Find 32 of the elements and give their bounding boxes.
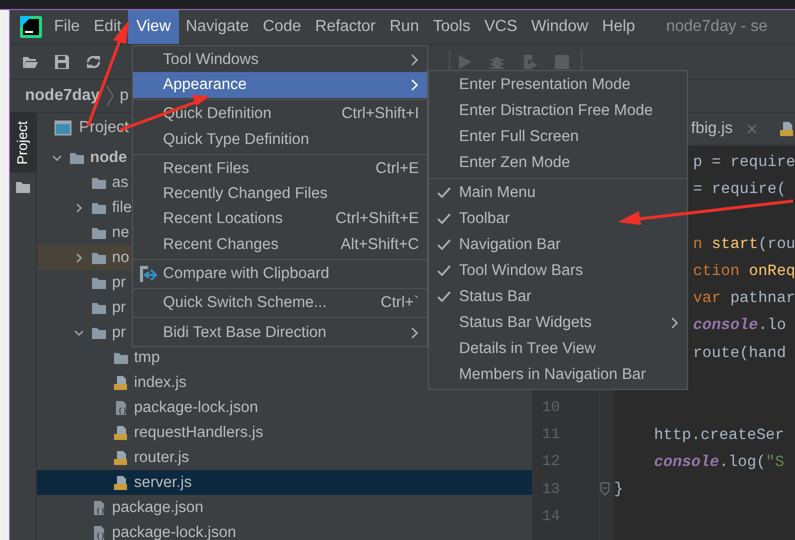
file-name: server.js bbox=[134, 474, 192, 492]
folder-name: pr bbox=[112, 274, 126, 292]
folder-name: tmp bbox=[134, 348, 160, 366]
code-line: n start(rou bbox=[693, 234, 795, 253]
folder-name: pr bbox=[112, 298, 126, 316]
window-title: node7day - se bbox=[666, 18, 768, 36]
code-line: p = require bbox=[693, 152, 795, 171]
code-line: route(hand bbox=[693, 344, 786, 362]
file-name: package-lock.json bbox=[134, 398, 258, 416]
folder-name: no bbox=[112, 248, 130, 266]
file-name: package-lock.json bbox=[112, 524, 236, 540]
file-name: package.json bbox=[112, 498, 204, 516]
folder-name: as bbox=[112, 174, 128, 192]
folder-name: node bbox=[90, 148, 128, 166]
code-line: } bbox=[614, 480, 624, 498]
folder-name: file bbox=[112, 198, 132, 216]
code-line: console.lo bbox=[693, 316, 786, 334]
shortcut-text: Ctrl+Shift+I bbox=[340, 105, 419, 124]
file-name: requestHandlers.js bbox=[134, 424, 264, 442]
shortcut-text: Ctrl+Shift+E bbox=[334, 210, 419, 228]
file-name: index.js bbox=[134, 374, 187, 392]
code-line: = require( bbox=[693, 180, 786, 198]
shortcut-text: Alt+Shift+C bbox=[340, 236, 419, 254]
code-line: var pathnar bbox=[693, 289, 795, 308]
folder-name: pr bbox=[112, 324, 126, 342]
shortcut-text: Ctrl+` bbox=[380, 294, 419, 312]
shortcut-text: Ctrl+E bbox=[374, 160, 419, 178]
code-line: http.createSer bbox=[654, 426, 784, 444]
file-name: router.js bbox=[134, 448, 190, 466]
code-line: ction onReq bbox=[693, 262, 795, 280]
folder-name: ne bbox=[112, 224, 130, 242]
code-line: console.log("S bbox=[654, 452, 784, 471]
